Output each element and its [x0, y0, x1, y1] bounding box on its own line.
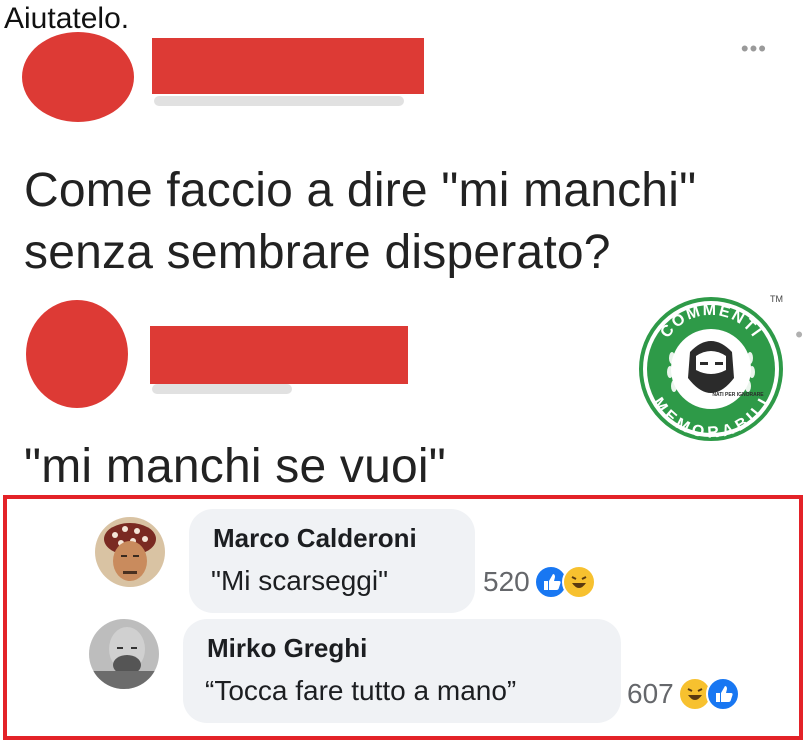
- more-dots-icon-2[interactable]: •: [795, 322, 803, 348]
- redacted-avatar-reply: [26, 300, 128, 408]
- redacted-reply-name-bar: [150, 326, 408, 384]
- redacted-reply-handle: [152, 384, 292, 394]
- comment-bubble[interactable]: Mirko Greghi “Tocca fare tutto a mano”: [183, 619, 621, 723]
- reaction-count: 607: [627, 678, 674, 709]
- haha-reaction-icon: [561, 565, 596, 599]
- post-question-line-1: Come faccio a dire "mi manchi": [24, 164, 697, 217]
- post-answer: "mi manchi se vuoi": [24, 440, 447, 493]
- comment-author[interactable]: Marco Calderoni: [213, 523, 417, 554]
- like-reaction-icon: [705, 677, 740, 711]
- highlighted-comments: Marco Calderoni "Mi scarseggi" 520 Mirko…: [3, 495, 803, 740]
- reaction-summary[interactable]: 607: [627, 677, 740, 711]
- reaction-count: 520: [483, 566, 530, 597]
- commenti-memorabili-logo: COMMENTI MEMORABILI NATI PER IGNORARE TM: [639, 294, 783, 442]
- more-dots-icon[interactable]: •••: [741, 36, 767, 62]
- comment-author[interactable]: Mirko Greghi: [207, 633, 367, 664]
- avatar[interactable]: [95, 517, 165, 587]
- post-question-line-2: senza sembrare disperato?: [24, 226, 611, 279]
- post-question: Come faccio a dire "mi manchi" senza sem…: [24, 160, 696, 284]
- redacted-avatar: [22, 32, 134, 122]
- facebook-post: ••• Come faccio a dire "mi manchi" senza…: [0, 0, 805, 495]
- redacted-name-bar: [152, 38, 424, 94]
- logo-trademark: TM: [770, 294, 783, 304]
- bearded-face-icon: [688, 341, 734, 393]
- avatar[interactable]: [89, 619, 159, 689]
- comment-text: "Mi scarseggi": [211, 565, 389, 596]
- reaction-summary[interactable]: 520: [483, 565, 596, 599]
- comment-text: “Tocca fare tutto a mano”: [205, 675, 517, 706]
- logo-tagline: NATI PER IGNORARE: [712, 392, 764, 398]
- redacted-handle: [154, 96, 404, 106]
- meme-caption: Aiutatelo.: [4, 2, 130, 35]
- comment-bubble[interactable]: Marco Calderoni "Mi scarseggi": [189, 509, 475, 613]
